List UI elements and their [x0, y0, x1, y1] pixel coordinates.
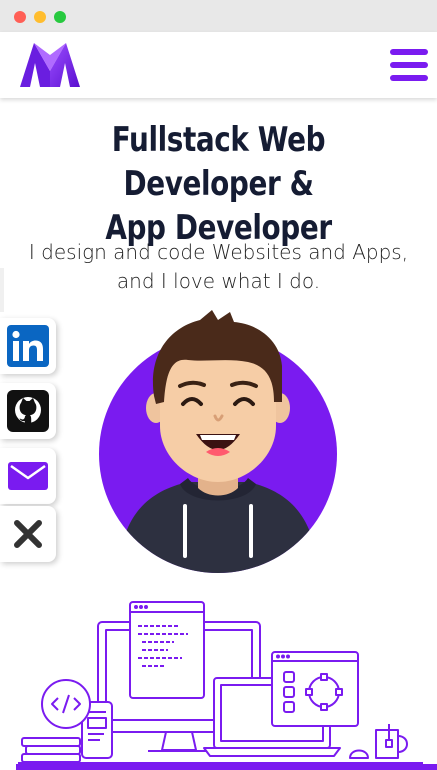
window-maximize-button[interactable] [54, 11, 66, 23]
side-tab-edge [0, 268, 4, 312]
window-close-button[interactable] [14, 11, 26, 23]
github-icon [7, 390, 49, 432]
navbar [0, 32, 437, 98]
linkedin-icon [7, 325, 49, 367]
developer-avatar-illustration [88, 306, 348, 576]
mail-icon [8, 462, 48, 490]
hamburger-menu-icon[interactable] [390, 48, 428, 82]
window-minimize-button[interactable] [34, 11, 46, 23]
email-button[interactable] [0, 448, 56, 504]
hero-subtitle-line-1: I design and code Websites and Apps, [28, 240, 409, 264]
hero-subtitle-line-2: and I love what I do. [116, 269, 321, 293]
hero-subtitle: I design and code Websites and Apps, and… [0, 238, 437, 296]
linkedin-button[interactable] [0, 318, 56, 374]
hero-title: Fullstack Web Developer & App Developer [39, 118, 397, 250]
github-button[interactable] [0, 383, 56, 439]
hero-title-line-1: Fullstack Web Developer & [111, 120, 326, 204]
m-logo-icon[interactable] [20, 41, 80, 87]
close-icon [14, 520, 42, 548]
close-social-button[interactable] [0, 506, 56, 562]
browser-chrome [0, 0, 437, 32]
bottom-accent-bar [16, 764, 437, 770]
devices-illustration [18, 598, 423, 764]
